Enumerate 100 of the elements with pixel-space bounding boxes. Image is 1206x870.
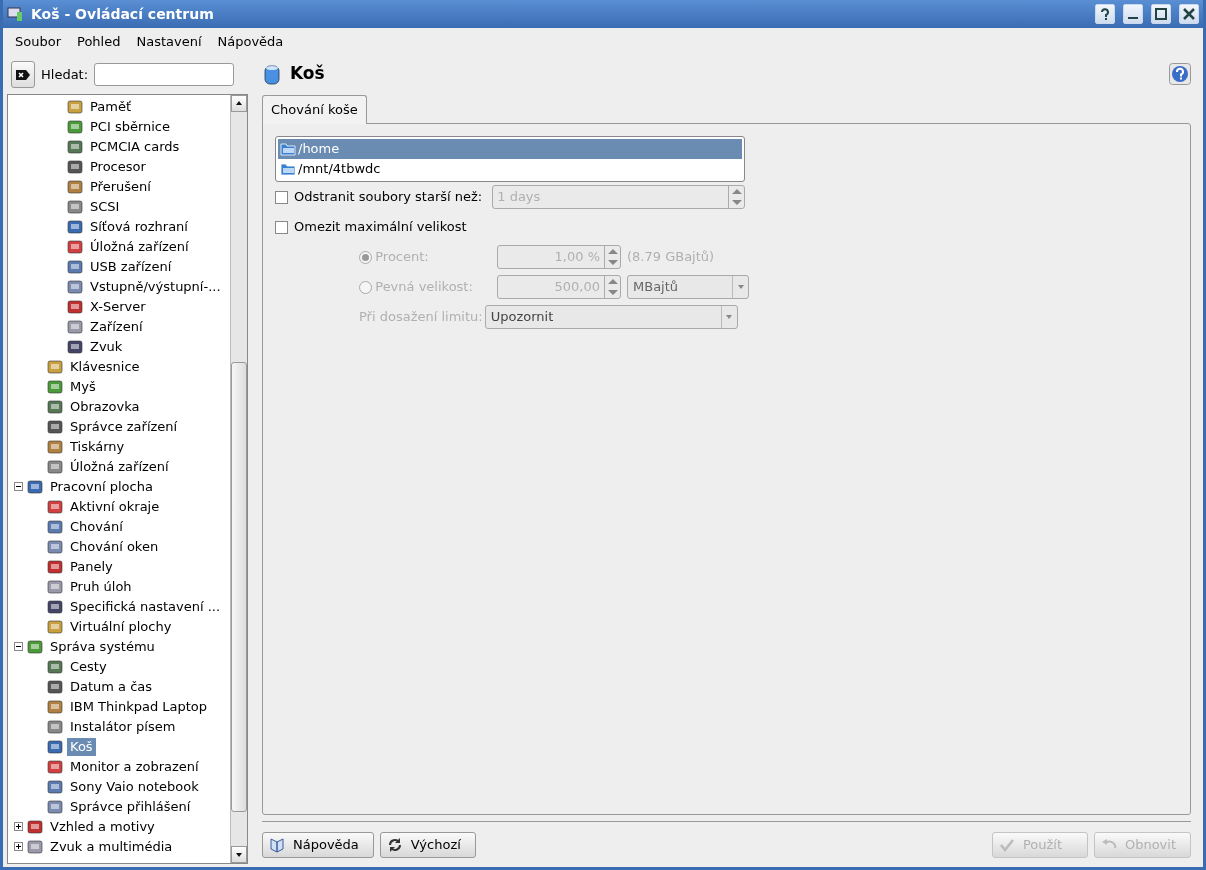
tree-item[interactable]: Cesty: [67, 657, 110, 676]
tree-item[interactable]: IBM Thinkpad Laptop: [67, 697, 211, 716]
module-icon: [47, 758, 63, 775]
module-icon: [47, 798, 63, 815]
tree-item[interactable]: Specifická nastavení ...: [67, 597, 224, 616]
tree-item[interactable]: Paměť: [87, 97, 134, 116]
module-icon: [47, 398, 63, 415]
tab[interactable]: Chování koše: [262, 94, 367, 124]
dialog-button[interactable]: Nápověda: [262, 831, 374, 858]
tree-item[interactable]: Síťová rozhraní: [87, 217, 191, 236]
monitor-icon: [7, 6, 23, 22]
tree-item[interactable]: Obrazovka: [67, 397, 143, 416]
menu-item[interactable]: Nastavení: [128, 30, 210, 54]
help-icon[interactable]: [1169, 62, 1191, 85]
module-icon: [27, 638, 43, 655]
scrollbar[interactable]: [230, 94, 247, 863]
tree-item[interactable]: Zařízení: [87, 317, 146, 336]
menu-item[interactable]: Soubor: [7, 30, 69, 54]
module-icon: [47, 658, 63, 675]
collapse-toggle-icon[interactable]: [14, 482, 23, 491]
radio-label: Procent:: [375, 248, 429, 267]
tree-item[interactable]: Chování oken: [67, 537, 162, 556]
module-icon: [47, 678, 63, 695]
tree-item[interactable]: Správce přihlášení: [67, 797, 194, 816]
module-icon: [47, 518, 63, 535]
tree-item[interactable]: Úložná zařízení: [87, 237, 192, 256]
trash-can-icon: [262, 62, 282, 85]
dropdown-arrow-icon[interactable]: [736, 283, 745, 291]
search-field[interactable]: [94, 63, 235, 86]
module-icon: [67, 298, 83, 315]
tree-item[interactable]: Tiskárny: [67, 437, 128, 456]
tree-item[interactable]: Chování: [67, 517, 126, 536]
module-icon: [67, 338, 83, 355]
module-icon: [27, 818, 43, 835]
tree-item[interactable]: Přerušení: [87, 177, 154, 196]
module-icon: [47, 538, 63, 555]
module-icon: [47, 358, 63, 375]
module-icon: [67, 158, 83, 175]
module-icon: [47, 598, 63, 615]
checkbox-label: Omezit maximální velikost: [294, 218, 467, 237]
folder-list-item[interactable]: /home: [278, 139, 742, 159]
tree-item[interactable]: PCMCIA cards: [87, 137, 183, 156]
search-label: Hledat:: [41, 65, 89, 84]
tree-item[interactable]: Zvuk a multimédia: [47, 837, 176, 856]
expand-toggle-icon[interactable]: [14, 842, 23, 851]
checkbox-label: Odstranit soubory starší než:: [294, 188, 483, 207]
tree-item[interactable]: Monitor a zobrazení: [67, 757, 202, 776]
tree-item[interactable]: Instalátor písem: [67, 717, 179, 736]
module-icon: [47, 438, 63, 455]
tree-item[interactable]: Úložná zařízení: [67, 457, 172, 476]
module-icon: [47, 718, 63, 735]
radio-label: Pevná velikost:: [375, 278, 473, 297]
tree-item[interactable]: Vzhled a motivy: [47, 817, 158, 836]
size-note: (8.79 GBajtů): [627, 248, 715, 267]
tree-item[interactable]: Správce zařízení: [67, 417, 181, 436]
refresh-icon: [386, 836, 403, 853]
tree-item[interactable]: Vstupně/výstupní-...: [87, 277, 224, 296]
collapse-toggle-icon[interactable]: [14, 642, 23, 651]
folder-list-item[interactable]: /mnt/4tbwdc: [278, 159, 742, 179]
module-icon: [67, 278, 83, 295]
tree-item[interactable]: Zvuk: [87, 337, 126, 356]
checkbox[interactable]: [275, 220, 288, 234]
tree-item[interactable]: Myš: [67, 377, 99, 396]
expand-toggle-icon[interactable]: [14, 822, 23, 831]
module-icon: [67, 98, 83, 115]
module-icon: [67, 258, 83, 275]
module-icon: [47, 498, 63, 515]
tree-item[interactable]: Panely: [67, 557, 116, 576]
window-title: Koš - Ovládací centrum: [31, 4, 215, 24]
module-icon: [47, 738, 63, 755]
book-icon: [269, 836, 285, 853]
module-icon: [47, 778, 63, 795]
clear-search-button[interactable]: [11, 61, 35, 88]
tree-item[interactable]: Sony Vaio notebook: [67, 777, 202, 796]
tree-item[interactable]: USB zařízení: [87, 257, 175, 276]
tree-item[interactable]: Procesor: [87, 157, 149, 176]
module-icon: [67, 118, 83, 135]
menu-item[interactable]: Pohled: [69, 30, 129, 54]
module-icon: [67, 238, 83, 255]
tree-item[interactable]: Správa systému: [47, 637, 158, 656]
tree-item[interactable]: SCSI: [87, 197, 123, 216]
tree-item[interactable]: Pracovní plocha: [47, 477, 156, 496]
tree-item[interactable]: Aktivní okraje: [67, 497, 163, 516]
folder-icon: [280, 141, 296, 157]
module-icon: [67, 178, 83, 195]
module-icon: [47, 578, 63, 595]
dialog-button[interactable]: Výchozí: [379, 831, 476, 858]
module-icon: [47, 458, 63, 475]
menu-item[interactable]: Nápověda: [209, 30, 292, 54]
module-icon: [47, 558, 63, 575]
tree-item[interactable]: Virtuální plochy: [67, 617, 175, 636]
tree-item[interactable]: PCI sběrnice: [87, 117, 174, 136]
tree-item[interactable]: Pruh úloh: [67, 577, 135, 596]
tree-item[interactable]: Klávesnice: [67, 357, 143, 376]
tree-item[interactable]: Koš: [67, 737, 96, 756]
module-icon: [67, 318, 83, 335]
module-icon: [47, 378, 63, 395]
module-icon: [47, 698, 63, 715]
tree-item[interactable]: Datum a čas: [67, 677, 156, 696]
tree-item[interactable]: X-Server: [87, 297, 149, 316]
